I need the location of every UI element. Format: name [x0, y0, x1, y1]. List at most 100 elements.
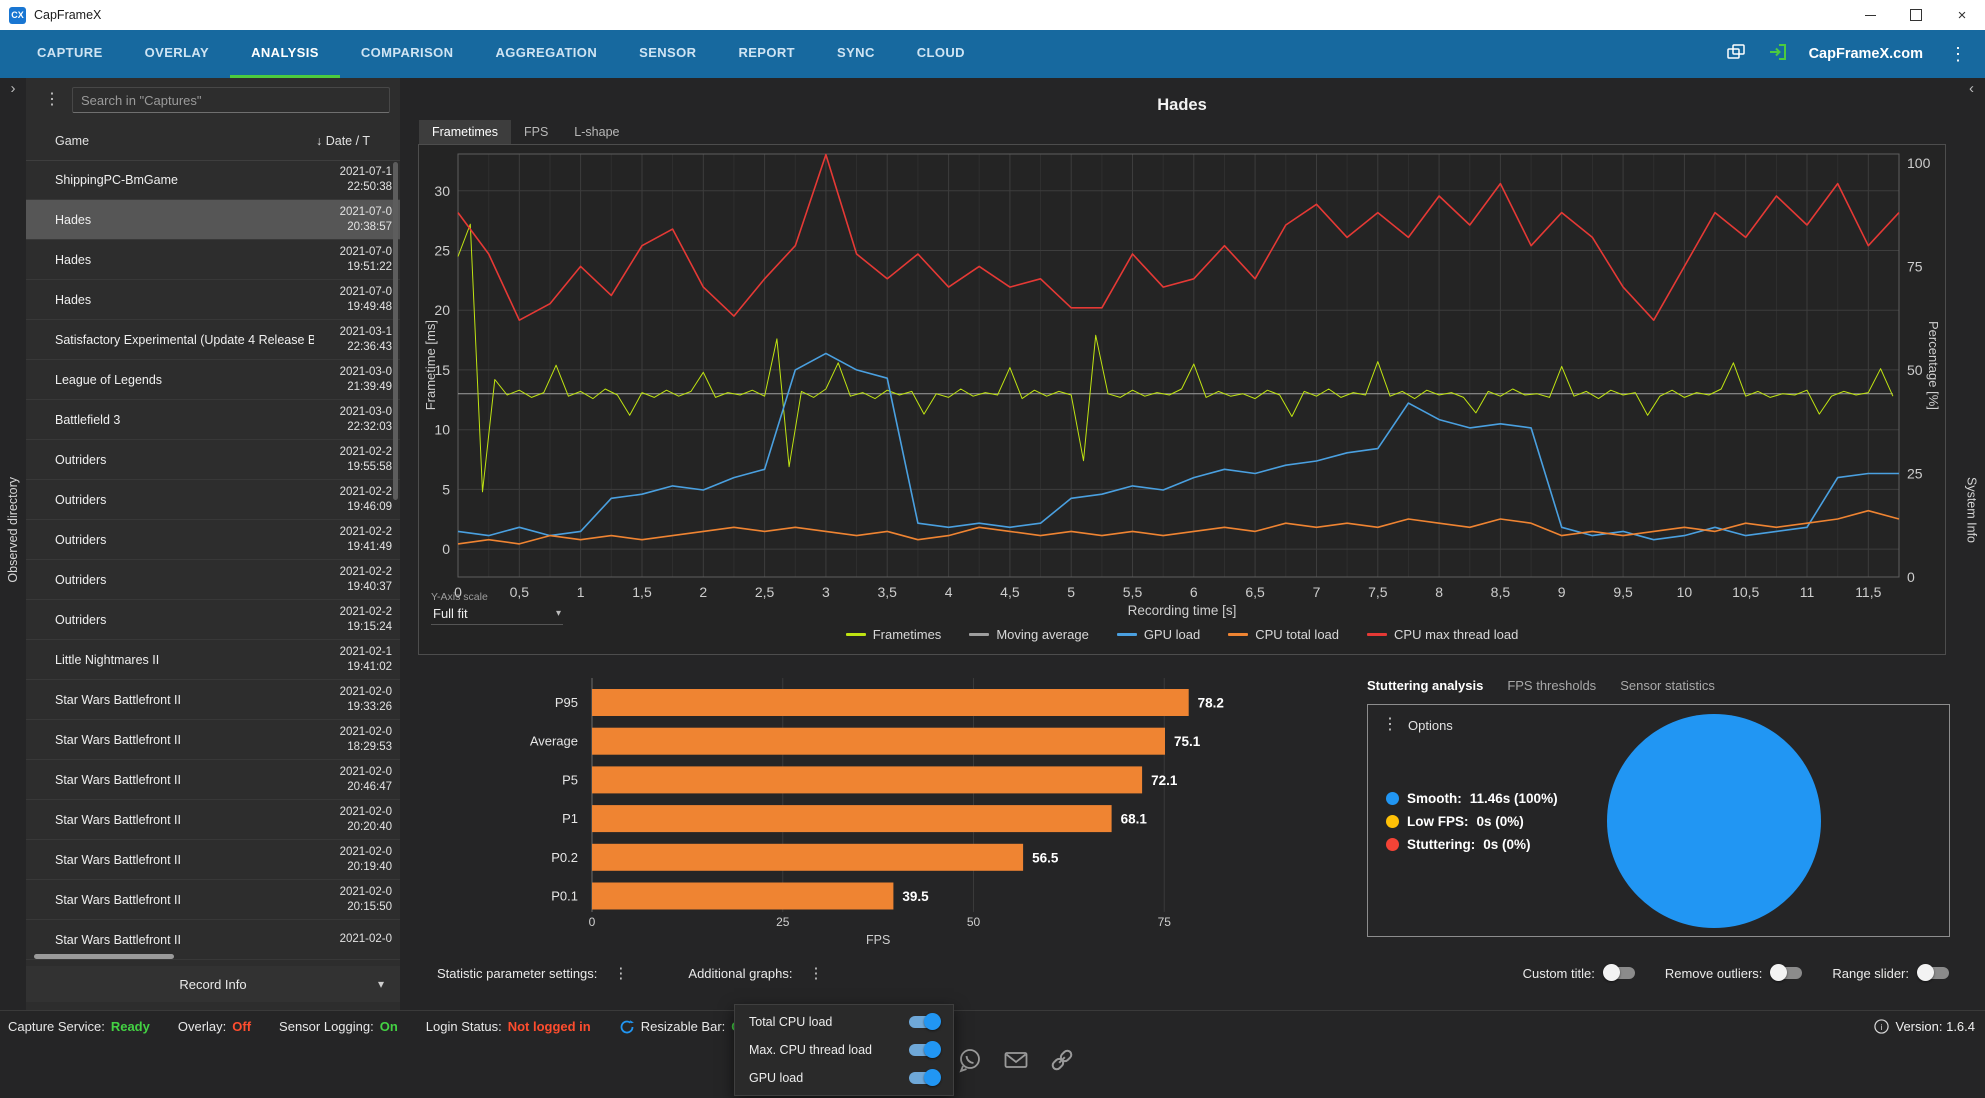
- svg-text:50: 50: [967, 915, 981, 929]
- svg-text:0: 0: [589, 915, 596, 929]
- toggle-range-slider[interactable]: [1919, 967, 1949, 979]
- capture-datetime: 2021-02-219:40:37: [314, 565, 392, 595]
- captures-search-input[interactable]: [72, 87, 390, 113]
- tab-sensor-statistics[interactable]: Sensor statistics: [1620, 678, 1715, 693]
- popup-menu-item[interactable]: Max. CPU thread load: [735, 1036, 953, 1064]
- additional-graphs-popup: Total CPU loadMax. CPU thread loadGPU lo…: [734, 1004, 954, 1096]
- svg-text:5,5: 5,5: [1123, 584, 1143, 600]
- capture-list-item[interactable]: ShippingPC-BmGame2021-07-122:50:38: [26, 160, 400, 200]
- titlebar: CX CapFrameX ×: [0, 0, 1985, 30]
- statistic-settings-kebab-icon[interactable]: ⋮: [613, 966, 628, 981]
- popup-menu-item[interactable]: Total CPU load: [735, 1008, 953, 1036]
- nav-tab-overlay[interactable]: OVERLAY: [124, 30, 230, 78]
- capture-list-item[interactable]: Star Wars Battlefront II2021-02-020:15:5…: [26, 880, 400, 920]
- system-info-expand-icon[interactable]: ‹: [1969, 80, 1974, 97]
- tab-frametimes[interactable]: Frametimes: [419, 120, 511, 144]
- stuttering-legend-item: Low FPS:0s (0%): [1386, 814, 1558, 829]
- email-icon[interactable]: [1002, 1046, 1030, 1074]
- y-axis-scale-label: Y-Axis scale: [431, 591, 563, 603]
- login-export-icon[interactable]: [1767, 42, 1789, 67]
- tab-l-shape[interactable]: L-shape: [561, 120, 632, 144]
- capture-list-item[interactable]: Outriders2021-02-219:55:58: [26, 440, 400, 480]
- capture-date: 2021-07-0: [314, 205, 392, 220]
- toggle-custom-title[interactable]: [1605, 967, 1635, 979]
- y-axis-scale-select[interactable]: Full fit ▾: [431, 604, 563, 625]
- refresh-icon[interactable]: [619, 1019, 635, 1035]
- record-info-expander[interactable]: Record Info ▾: [26, 966, 400, 1002]
- capture-time: 22:36:43: [314, 340, 392, 355]
- capture-datetime: 2021-02-0: [314, 932, 392, 947]
- capture-list-item[interactable]: Hades2021-07-019:49:48: [26, 280, 400, 320]
- captures-menu-kebab-icon[interactable]: ⋮: [44, 92, 60, 108]
- nav-tab-comparison[interactable]: COMPARISON: [340, 30, 475, 78]
- popup-toggle-total-cpu-load[interactable]: [909, 1016, 939, 1028]
- capframex-site-link[interactable]: CapFrameX.com: [1809, 46, 1923, 62]
- capture-list-item[interactable]: Outriders2021-02-219:46:09: [26, 480, 400, 520]
- expand-sidebar-icon[interactable]: ›: [11, 80, 16, 97]
- status-item: Capture Service:Ready: [8, 1019, 150, 1034]
- svg-text:50: 50: [1907, 362, 1923, 378]
- link-icon[interactable]: [1048, 1046, 1076, 1074]
- captures-vertical-scrollbar[interactable]: [393, 162, 398, 500]
- captures-search-row: ⋮: [26, 78, 400, 122]
- capture-datetime: 2021-07-122:50:38: [314, 165, 392, 195]
- nav-tab-sync[interactable]: SYNC: [816, 30, 896, 78]
- capture-list-item[interactable]: Hades2021-07-020:38:57: [26, 200, 400, 240]
- capture-time: 19:55:58: [314, 460, 392, 475]
- popup-toggle-gpu-load[interactable]: [909, 1072, 939, 1084]
- svg-text:8: 8: [1435, 584, 1443, 600]
- frametime-chart: 051015202530025507510000,511,522,533,544…: [424, 147, 1940, 602]
- capture-list-item[interactable]: Satisfactory Experimental (Update 4 Rele…: [26, 320, 400, 360]
- svg-text:10: 10: [1677, 584, 1693, 600]
- whatsapp-icon[interactable]: [956, 1046, 984, 1074]
- maximize-button[interactable]: [1893, 0, 1939, 30]
- capture-list-item[interactable]: Star Wars Battlefront II2021-02-020:19:4…: [26, 840, 400, 880]
- capture-list-item[interactable]: Star Wars Battlefront II2021-02-018:29:5…: [26, 720, 400, 760]
- capture-list-item[interactable]: Battlefield 32021-03-022:32:03: [26, 400, 400, 440]
- nav-tab-report[interactable]: REPORT: [717, 30, 816, 78]
- capture-list-item[interactable]: Star Wars Battlefront II2021-02-020:20:4…: [26, 800, 400, 840]
- column-header-date[interactable]: ↓ Date / T: [316, 134, 400, 148]
- status-label: Sensor Logging:: [279, 1019, 374, 1034]
- capture-list-item[interactable]: Star Wars Battlefront II2021-02-019:33:2…: [26, 680, 400, 720]
- nav-tab-capture[interactable]: CAPTURE: [16, 30, 124, 78]
- stuttering-legend: Smooth:11.46s (100%)Low FPS:0s (0%)Stutt…: [1386, 791, 1558, 852]
- capture-time: 19:41:49: [314, 540, 392, 555]
- svg-text:72.1: 72.1: [1151, 773, 1178, 788]
- screenshot-stack-icon[interactable]: [1725, 42, 1747, 67]
- minimize-icon: [1865, 15, 1876, 16]
- legend-item: Frametimes: [846, 627, 942, 642]
- popup-toggle-max-cpu-thread-load[interactable]: [909, 1044, 939, 1056]
- tab-stuttering-analysis[interactable]: Stuttering analysis: [1367, 678, 1483, 693]
- captures-list-header: Game ↓ Date / T: [26, 122, 400, 161]
- status-value: Off: [232, 1019, 251, 1034]
- capture-list-item[interactable]: League of Legends2021-03-021:39:49: [26, 360, 400, 400]
- nav-tab-cloud[interactable]: CLOUD: [896, 30, 986, 78]
- options-kebab-icon[interactable]: ⋮: [1382, 717, 1398, 733]
- popup-menu-item[interactable]: GPU load: [735, 1064, 953, 1092]
- column-header-game[interactable]: Game: [55, 134, 89, 148]
- captures-horizontal-scrollbar[interactable]: [34, 954, 174, 959]
- capture-list-item[interactable]: Little Nightmares II2021-02-119:41:02: [26, 640, 400, 680]
- additional-graphs-kebab-icon[interactable]: ⋮: [808, 966, 823, 981]
- capture-date: 2021-07-1: [314, 165, 392, 180]
- capture-list-item[interactable]: Star Wars Battlefront II2021-02-020:46:4…: [26, 760, 400, 800]
- capture-list-item[interactable]: Outriders2021-02-219:41:49: [26, 520, 400, 560]
- minimize-button[interactable]: [1847, 0, 1893, 30]
- nav-tab-aggregation[interactable]: AGGREGATION: [474, 30, 618, 78]
- toggle-remove-outliers[interactable]: [1772, 967, 1802, 979]
- nav-tab-sensor[interactable]: SENSOR: [618, 30, 717, 78]
- nav-kebab-menu-icon[interactable]: ⋮: [1943, 44, 1973, 65]
- sort-descending-icon: ↓: [316, 134, 322, 148]
- capture-list-item[interactable]: Hades2021-07-019:51:22: [26, 240, 400, 280]
- system-info-strip: ‹ System Info: [1958, 78, 1985, 1098]
- version-label: Version: 1.6.4: [1896, 1019, 1976, 1034]
- tab-fps[interactable]: FPS: [511, 120, 561, 144]
- close-button[interactable]: ×: [1939, 0, 1985, 30]
- capture-list-item[interactable]: Outriders2021-02-219:40:37: [26, 560, 400, 600]
- tab-fps-thresholds[interactable]: FPS thresholds: [1507, 678, 1596, 693]
- capture-list-item[interactable]: Outriders2021-02-219:15:24: [26, 600, 400, 640]
- svg-text:1,5: 1,5: [632, 584, 652, 600]
- capframex-window: { "window": {"title": "CapFrameX"}, "nav…: [0, 0, 1985, 1098]
- nav-tab-analysis[interactable]: ANALYSIS: [230, 30, 340, 78]
